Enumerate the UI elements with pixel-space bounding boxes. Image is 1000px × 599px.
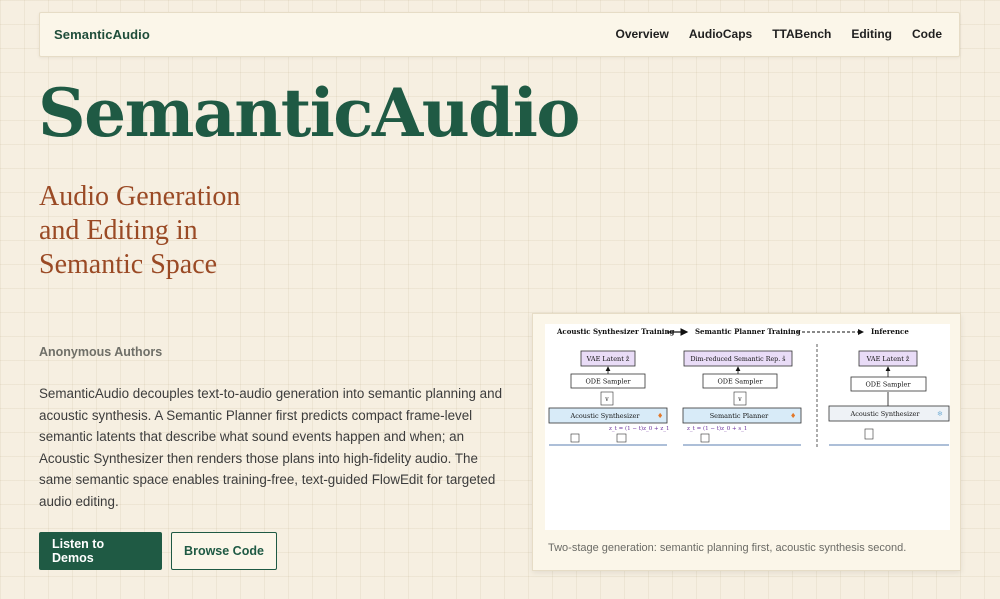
col3-ode-label: ODE Sampler [865,381,911,389]
col2-ode-label: ODE Sampler [717,378,763,386]
svg-text:❄: ❄ [937,410,943,418]
nav-link-editing[interactable]: Editing [851,27,892,41]
nav-links: Overview AudioCaps TTABench Editing Code [616,27,943,41]
col1-synth-label: Acoustic Synthesizer [570,412,641,420]
stage-3-label: Inference [871,327,909,336]
hero-subtitle: Audio Generation and Editing in Semantic… [39,181,241,280]
nav-link-code[interactable]: Code [912,27,942,41]
col1-v-label: v [604,396,609,403]
architecture-diagram: Acoustic Synthesizer Training Semantic P… [545,324,950,530]
col2-dim-label: Dim-reduced Semantic Rep. ŝ [691,356,786,363]
figure-card: Acoustic Synthesizer Training Semantic P… [532,313,961,571]
figure-caption: Two-stage generation: semantic planning … [548,542,907,554]
hero-description: SemanticAudio decouples text-to-audio ge… [39,386,503,509]
svg-text:♦: ♦ [657,412,663,420]
nav-link-audiocaps[interactable]: AudioCaps [689,27,752,41]
col1-eq: z_t = (1 − t)z_0 + z_1 [609,425,669,432]
brand-logo[interactable]: SemanticAudio [54,27,150,42]
nav-link-overview[interactable]: Overview [616,27,669,41]
col2-eq: z_t = (1 − t)z_0 + s_1 [687,425,747,432]
col1-ode-label: ODE Sampler [585,378,631,386]
hero-title: SemanticAudio [38,74,580,152]
stage-1-label: Acoustic Synthesizer Training [556,327,675,336]
browse-code-button[interactable]: Browse Code [171,532,277,570]
col3-vae-label: VAE Latent ẑ [866,355,910,363]
stage-2-label: Semantic Planner Training [695,327,801,336]
top-navbar: SemanticAudio Overview AudioCaps TTABenc… [39,12,960,57]
svg-text:♦: ♦ [790,412,796,420]
nav-link-ttabench[interactable]: TTABench [772,27,831,41]
authors-line: Anonymous Authors [39,345,163,359]
col1-vae-label: VAE Latent ẑ [586,355,630,363]
col2-v-label: v [737,396,742,403]
listen-to-demos-button[interactable]: Listen to Demos [39,532,162,570]
col3-synth-label: Acoustic Synthesizer [850,410,921,418]
col2-planner-label: Semantic Planner [710,412,769,420]
